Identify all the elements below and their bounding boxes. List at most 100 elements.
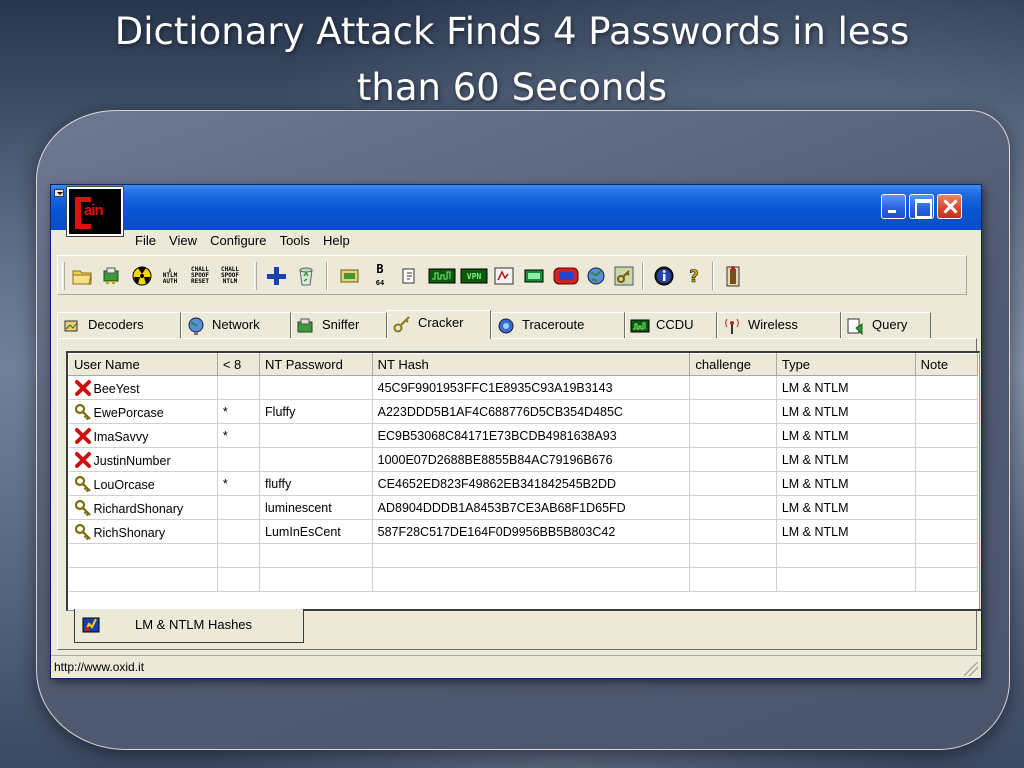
chall-spoof-ntlm-icon[interactable]: CHALL SPOOF NTLM — [218, 264, 242, 288]
network-monitor-icon[interactable] — [428, 264, 456, 288]
cell-type: LM & NTLM — [776, 447, 916, 472]
table-row[interactable] — [68, 567, 979, 592]
cell-nt-password: luminescent — [259, 495, 373, 520]
table-row[interactable]: BeeYest 45C9F9901953FFC1E8935C93A19B3143 L… — [68, 375, 979, 400]
toolbar-grip[interactable] — [62, 262, 65, 290]
cell-lt8 — [217, 447, 261, 472]
tab-sniffer[interactable]: Sniffer — [291, 312, 387, 338]
help-icon[interactable]: ? — [682, 264, 706, 288]
tab-ccdu[interactable]: CCDU — [625, 312, 717, 338]
cell-nt-password — [259, 567, 373, 592]
chall-spoof-reset-icon[interactable]: CHALL SPOOF RESET — [188, 264, 212, 288]
cell-lt8 — [217, 375, 261, 400]
toolbar-grip — [254, 262, 257, 290]
tab-decoders[interactable]: Decoders — [57, 312, 181, 338]
globe-icon[interactable] — [584, 264, 608, 288]
table-row[interactable]: JustinNumber 1000E07D2688BE8855B84AC79196… — [68, 447, 979, 472]
tab-network[interactable]: Network — [181, 312, 291, 338]
tab-query[interactable]: Query — [841, 312, 931, 338]
tab-label: Wireless — [748, 317, 798, 332]
tab-wireless[interactable]: Wireless — [717, 312, 841, 338]
radioactive-icon[interactable] — [130, 264, 154, 288]
cell-type: LM & NTLM — [776, 375, 916, 400]
table-row[interactable]: RichShonary LumInEsCent 587F28C517DE164F0D… — [68, 519, 979, 544]
menu-tools[interactable]: Tools — [276, 230, 314, 252]
lm-ntlm-hashes-icon — [82, 617, 100, 633]
tab-traceroute[interactable]: Traceroute — [491, 312, 625, 338]
table-row[interactable] — [68, 543, 979, 568]
cracker-panel: User Name < 8 NT Password NT Hash challe… — [57, 338, 984, 650]
ntlm-auth-icon[interactable]: ↓ NTLM AUTH — [158, 264, 182, 288]
cell-user-name: EwePorcase — [68, 399, 218, 424]
cell-nt-hash: 587F28C517DE164F0D9956BB5B803C42 — [372, 519, 691, 544]
wireless-scanner-icon[interactable] — [552, 264, 580, 288]
column-header-challenge[interactable]: challenge — [689, 353, 777, 376]
menu-file[interactable]: File — [131, 230, 160, 252]
bottom-tab-strip: LM & NTLM Hashes — [74, 609, 984, 645]
cracked-key-icon — [74, 523, 91, 540]
table-row[interactable]: EwePorcase * Fluffy A223DDD5B1AF4C688776D5C… — [68, 399, 979, 424]
exit-door-icon[interactable] — [722, 264, 746, 288]
title-bar[interactable] — [51, 185, 981, 230]
menu-view[interactable]: View — [165, 230, 201, 252]
edit-icon[interactable] — [398, 264, 422, 288]
cell-challenge — [689, 399, 777, 424]
cell-challenge — [689, 423, 777, 448]
cell-challenge — [689, 471, 777, 496]
user-name-text: BeeYest — [93, 381, 140, 396]
info-icon[interactable] — [652, 264, 676, 288]
column-header-user-name[interactable]: User Name — [68, 353, 218, 376]
menu-configure[interactable]: Configure — [206, 230, 270, 252]
cell-lt8 — [217, 495, 261, 520]
svg-text:VPN: VPN — [467, 272, 482, 281]
table-row[interactable]: ImaSavvy * EC9B53068C84171E73BCDB4981638A9… — [68, 423, 979, 448]
tab-lm-ntlm-hashes[interactable]: LM & NTLM Hashes — [74, 609, 304, 643]
not-cracked-x-icon — [74, 451, 91, 468]
column-header-note[interactable]: Note — [914, 353, 979, 376]
column-header-nt-password[interactable]: NT Password — [259, 353, 373, 376]
cell-lt8 — [217, 519, 261, 544]
table-row[interactable]: LouOrcase * fluffy CE4652ED823F49862EB34184… — [68, 471, 979, 496]
slide-title: Dictionary Attack Finds 4 Passwords in l… — [40, 4, 984, 116]
app-window: ain File View Configure Tools Help ↓ NTLM… — [50, 184, 984, 679]
system-menu-icon[interactable] — [54, 189, 64, 197]
column-header-lt8[interactable]: < 8 — [216, 353, 261, 376]
cell-challenge — [689, 543, 777, 568]
calculator-icon[interactable] — [522, 264, 546, 288]
column-header-nt-hash[interactable]: NT Hash — [371, 353, 691, 376]
network-cards-icon[interactable] — [100, 264, 124, 288]
status-bar: http://www.oxid.it — [51, 655, 981, 679]
close-button[interactable] — [937, 194, 962, 219]
cell-nt-password — [259, 447, 373, 472]
cell-challenge — [689, 375, 777, 400]
recycle-bin-icon[interactable] — [294, 264, 318, 288]
voip-icon[interactable] — [492, 264, 516, 288]
cracked-key-icon — [74, 403, 91, 420]
add-icon[interactable] — [264, 264, 288, 288]
tab-cracker[interactable]: Cracker — [387, 310, 491, 339]
status-text: http://www.oxid.it — [54, 660, 145, 674]
key-icon[interactable] — [612, 264, 636, 288]
vpn-icon[interactable]: VPN — [460, 264, 488, 288]
cell-note — [915, 567, 979, 592]
network-globe-icon — [188, 317, 204, 335]
open-folder-icon[interactable] — [70, 264, 94, 288]
cell-note — [915, 519, 979, 544]
tab-label: Traceroute — [522, 317, 585, 332]
cracker-key-icon — [393, 316, 410, 333]
scan-network-icon[interactable] — [338, 264, 362, 288]
resize-grip-icon[interactable] — [964, 662, 978, 676]
menu-help[interactable]: Help — [319, 230, 354, 252]
cell-note — [915, 495, 979, 520]
slide-title-line-1: Dictionary Attack Finds 4 Passwords in l… — [114, 10, 910, 53]
cell-lt8: * — [217, 471, 261, 496]
table-row[interactable]: RichardShonary luminescent AD8904DDDB1A845… — [68, 495, 979, 520]
cell-lt8: * — [217, 423, 261, 448]
base64-icon[interactable]: B 64 — [368, 263, 392, 288]
cell-nt-password: Fluffy — [259, 399, 373, 424]
minimize-button[interactable] — [881, 194, 906, 219]
cracked-key-icon — [74, 475, 91, 492]
cell-user-name: JustinNumber — [68, 447, 218, 472]
column-header-type[interactable]: Type — [775, 353, 916, 376]
maximize-button[interactable] — [909, 194, 934, 219]
